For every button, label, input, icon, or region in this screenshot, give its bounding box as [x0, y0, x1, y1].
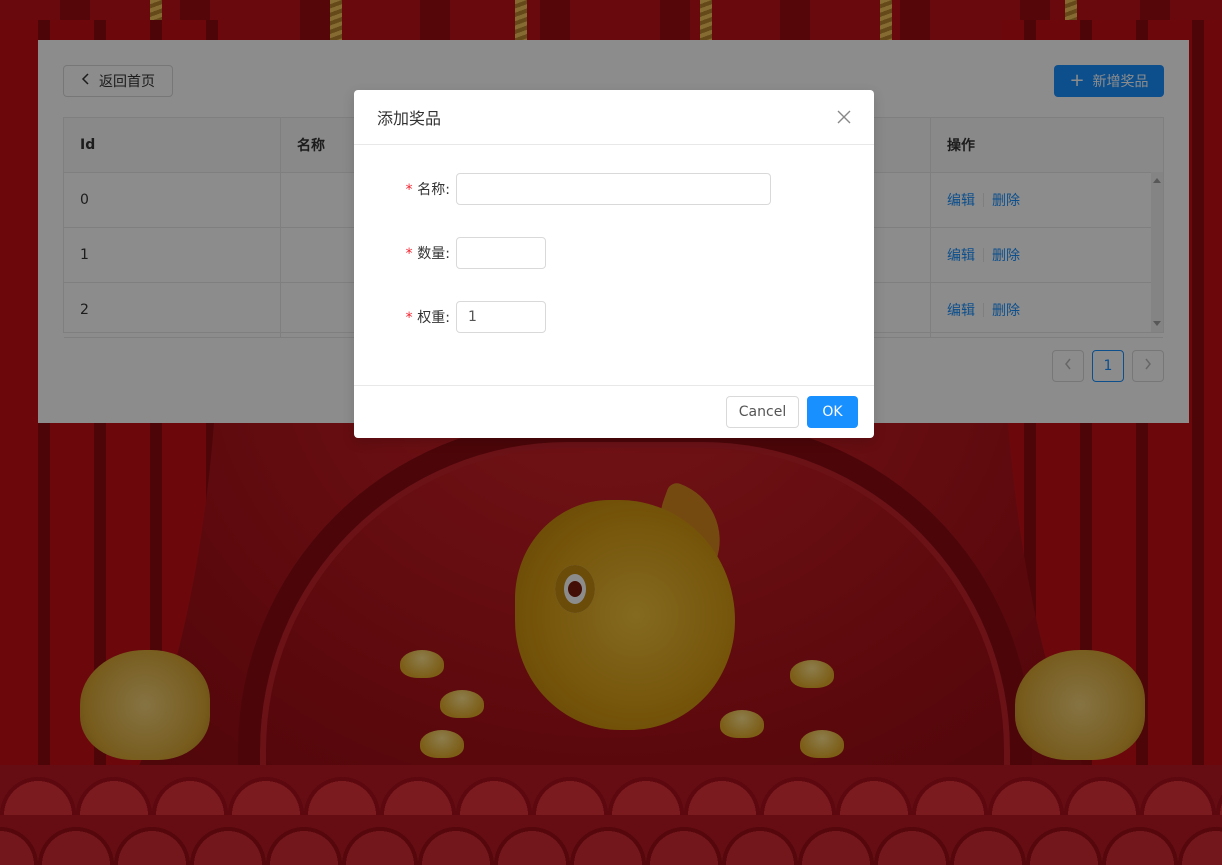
required-mark: * [404, 310, 414, 326]
quantity-input[interactable] [456, 237, 546, 269]
name-label: * 名称: [404, 182, 450, 198]
add-prize-modal: 添加奖品 *名称: *数量: *权重: Cancel OK [354, 90, 874, 438]
weight-input[interactable] [456, 301, 546, 333]
name-input[interactable] [456, 173, 771, 205]
form-item-quantity: * 数量: [354, 237, 546, 269]
modal-title: 添加奖品 [377, 109, 442, 128]
close-icon[interactable] [837, 107, 851, 127]
form-item-weight: * 权重: [354, 301, 546, 333]
modal-header: 添加奖品 [354, 90, 874, 145]
weight-label: * 权重: [404, 310, 450, 326]
ok-button[interactable]: OK [807, 396, 858, 428]
required-mark: * [404, 182, 414, 198]
quantity-label: * 数量: [404, 246, 450, 262]
form-item-name: * 名称: [354, 173, 771, 205]
required-mark: * [404, 246, 414, 262]
modal-footer: Cancel OK [354, 385, 874, 438]
cancel-button[interactable]: Cancel [726, 396, 799, 428]
